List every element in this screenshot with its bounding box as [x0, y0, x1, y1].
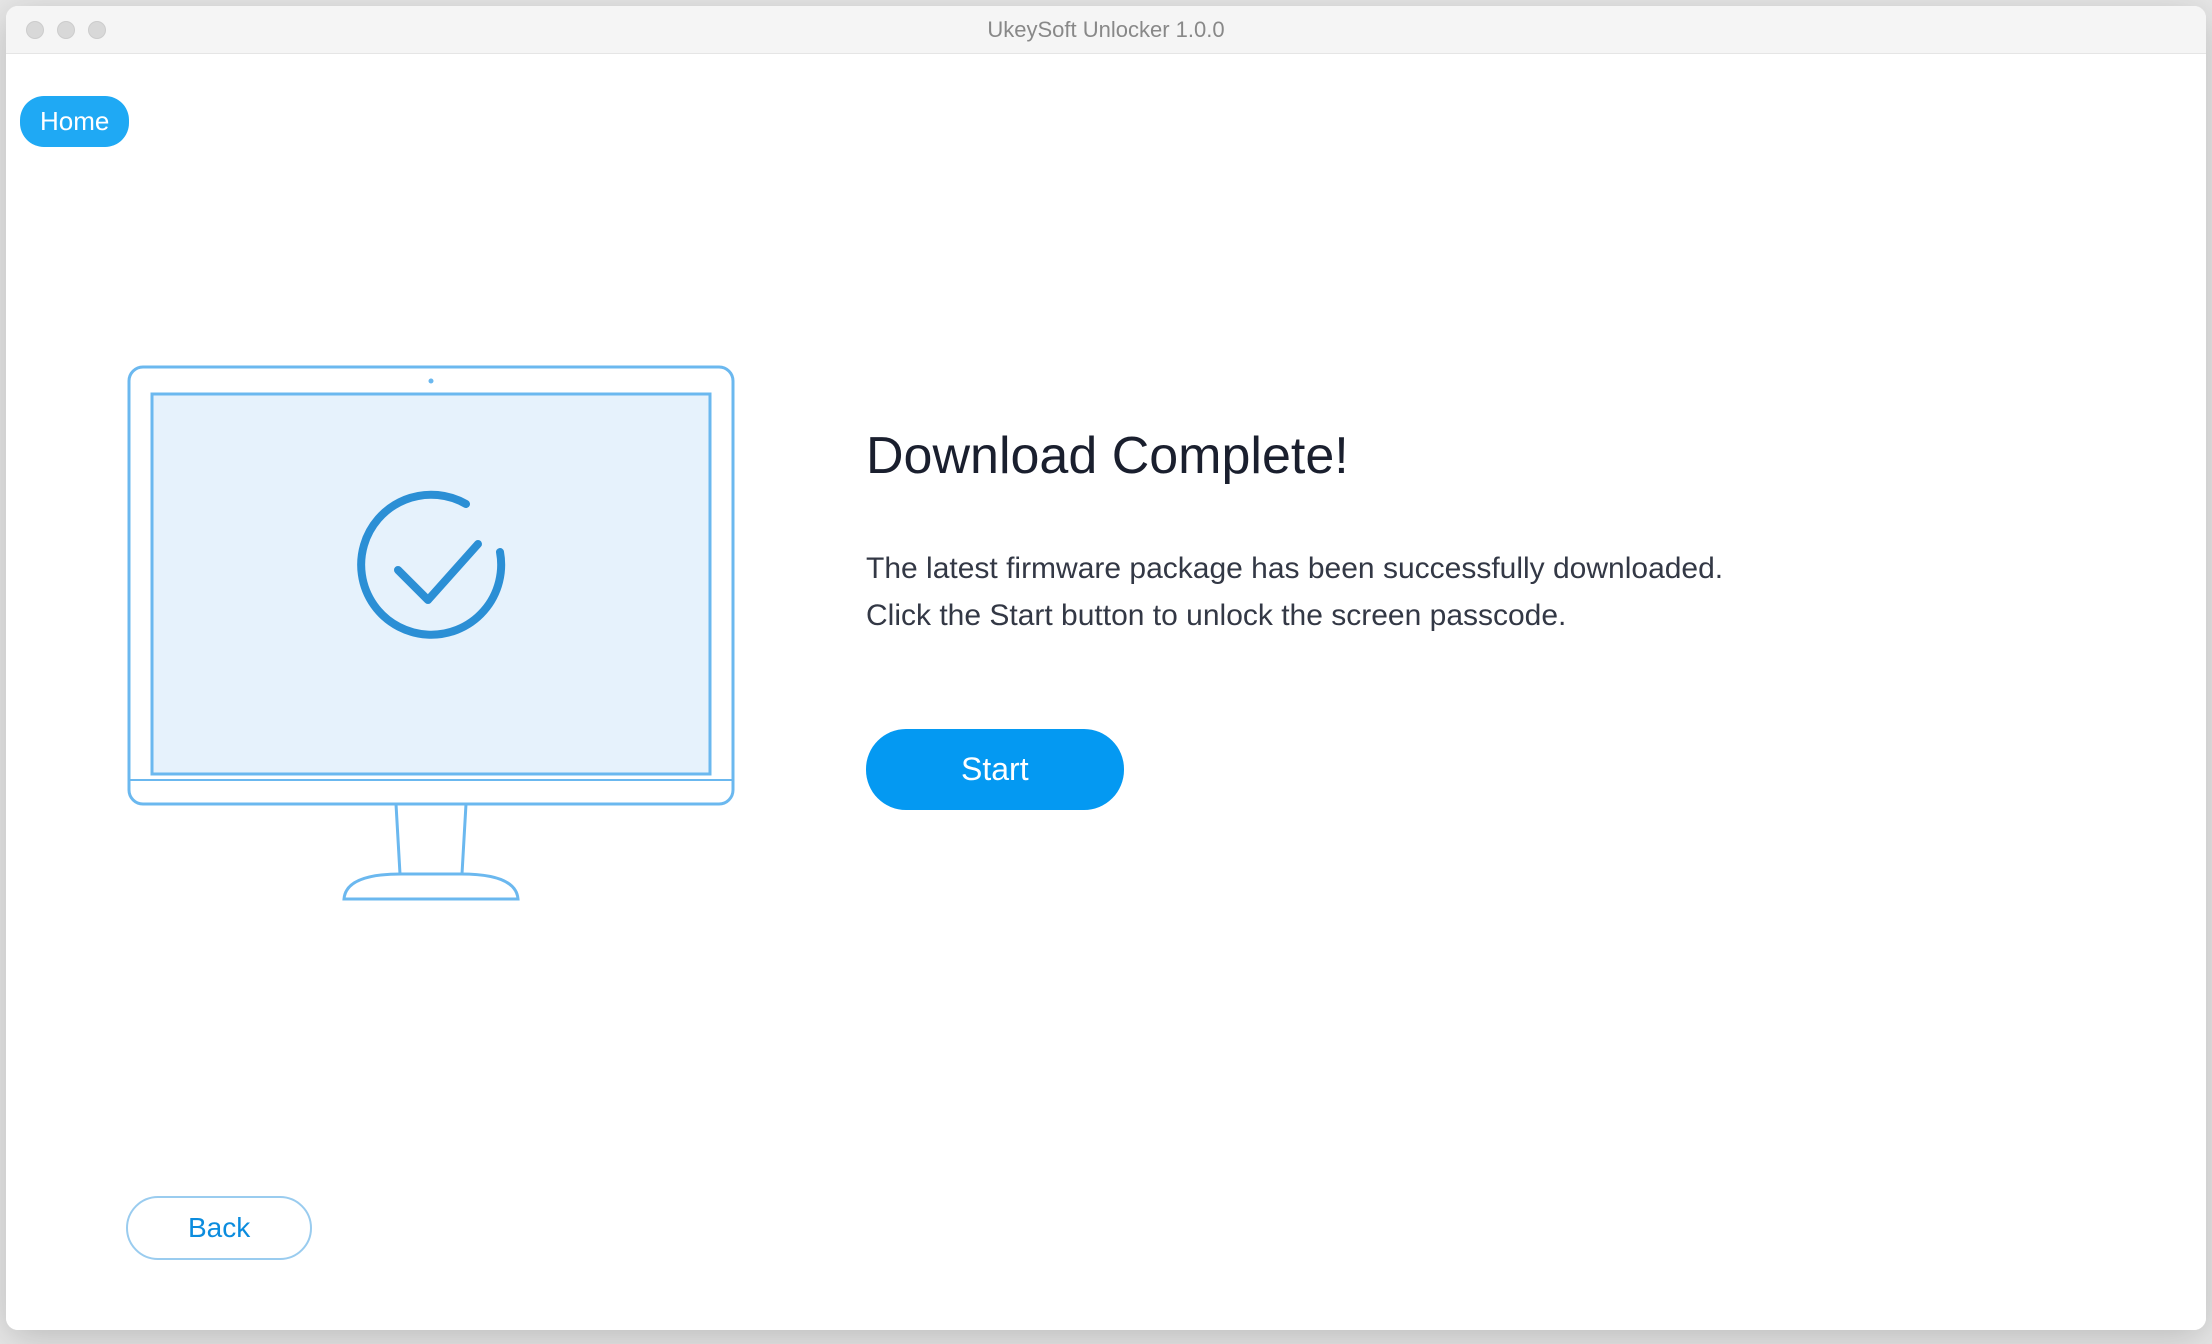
- minimize-window-button[interactable]: [57, 21, 75, 39]
- page-heading: Download Complete!: [866, 426, 2206, 486]
- window-title: UkeySoft Unlocker 1.0.0: [987, 17, 1224, 43]
- text-content: Download Complete! The latest firmware p…: [866, 364, 2206, 924]
- maximize-window-button[interactable]: [88, 21, 106, 39]
- description-text: The latest firmware package has been suc…: [866, 546, 2206, 639]
- description-line-2: Click the Start button to unlock the scr…: [866, 599, 1566, 632]
- main-layout: Download Complete! The latest firmware p…: [6, 54, 2206, 924]
- home-button[interactable]: Home: [20, 96, 129, 147]
- titlebar: UkeySoft Unlocker 1.0.0: [6, 6, 2206, 54]
- close-window-button[interactable]: [26, 21, 44, 39]
- content-area: Home: [6, 54, 2206, 1330]
- monitor-success-illustration: [126, 364, 736, 924]
- description-line-1: The latest firmware package has been suc…: [866, 552, 1723, 585]
- back-button[interactable]: Back: [126, 1196, 312, 1260]
- traffic-lights: [6, 21, 106, 39]
- start-button[interactable]: Start: [866, 729, 1124, 810]
- app-window: UkeySoft Unlocker 1.0.0 Home: [6, 6, 2206, 1330]
